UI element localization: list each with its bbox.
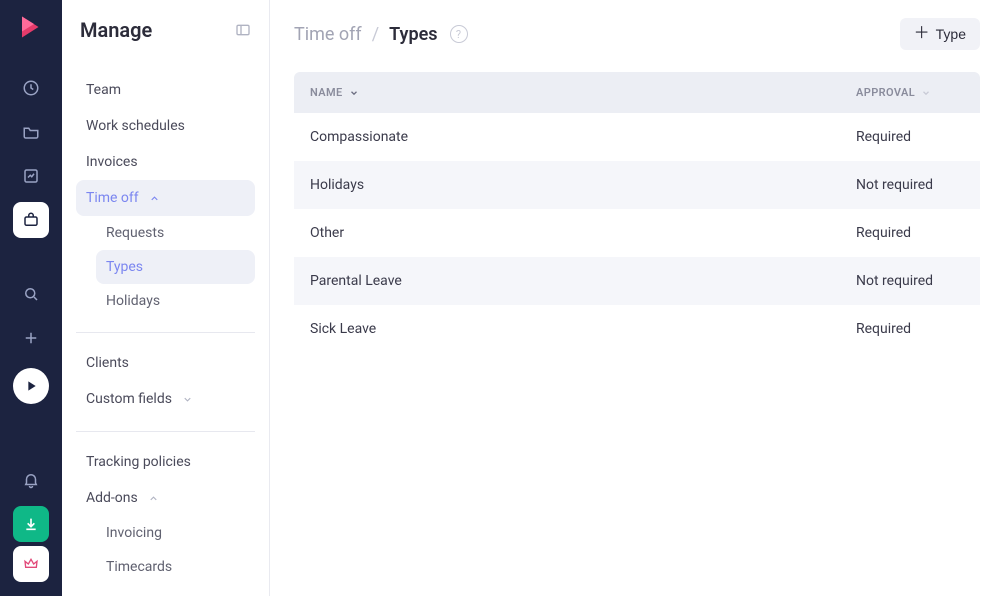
nav-time-icon[interactable] xyxy=(13,70,49,106)
nav-folder-icon[interactable] xyxy=(13,114,49,150)
label: Approval xyxy=(856,86,915,99)
table-row[interactable]: HolidaysNot required xyxy=(294,161,980,209)
sidenav-item-time-off[interactable]: Time off xyxy=(76,180,255,216)
label: Clients xyxy=(86,355,129,371)
cell-name: Compassionate xyxy=(294,113,840,161)
table-row[interactable]: OtherRequired xyxy=(294,209,980,257)
chevron-down-icon xyxy=(921,88,931,98)
sidenav-addons-sub: Invoicing Timecards xyxy=(76,516,255,584)
plus-icon: ＋ xyxy=(914,26,930,42)
breadcrumb-parent[interactable]: Time off xyxy=(294,24,362,45)
col-name-header[interactable]: Name xyxy=(294,72,840,113)
cell-approval: Required xyxy=(840,113,980,161)
sidenav-item-clients[interactable]: Clients xyxy=(76,345,255,381)
sidenav-item-timecards[interactable]: Timecards xyxy=(96,550,255,584)
nav-search-icon[interactable] xyxy=(13,276,49,312)
chevron-up-icon xyxy=(149,193,160,204)
sidenav: Manage Team Work schedules Invoices Time… xyxy=(62,0,270,596)
types-table: Name Approval CompassionateRequiredHolid… xyxy=(294,72,980,353)
app-logo-icon xyxy=(16,12,46,42)
label: Types xyxy=(106,259,143,275)
label: Team xyxy=(86,82,121,98)
col-approval-header[interactable]: Approval xyxy=(840,72,980,113)
cell-name: Holidays xyxy=(294,161,840,209)
chevron-down-icon xyxy=(349,88,359,98)
label: Time off xyxy=(86,190,139,206)
sidenav-item-work-schedules[interactable]: Work schedules xyxy=(76,108,255,144)
sidenav-item-requests[interactable]: Requests xyxy=(96,216,255,250)
icon-rail xyxy=(0,0,62,596)
cell-name: Other xyxy=(294,209,840,257)
breadcrumb-current: Types xyxy=(389,24,437,45)
sidenav-item-tracking-policies[interactable]: Tracking policies xyxy=(76,444,255,480)
label: Timecards xyxy=(106,559,172,575)
cell-approval: Not required xyxy=(840,257,980,305)
label: Custom fields xyxy=(86,391,172,407)
label: Work schedules xyxy=(86,118,185,134)
nav-download-icon[interactable] xyxy=(13,506,49,542)
sidenav-item-custom-fields[interactable]: Custom fields xyxy=(76,381,255,417)
cell-name: Sick Leave xyxy=(294,305,840,353)
cell-approval: Required xyxy=(840,209,980,257)
topbar: Time off / Types ? ＋ Type xyxy=(294,18,980,50)
cell-approval: Not required xyxy=(840,161,980,209)
chevron-up-icon xyxy=(148,493,159,504)
breadcrumb: Time off / Types ? xyxy=(294,24,468,45)
nav-play-button[interactable] xyxy=(13,368,49,404)
label: Requests xyxy=(106,225,164,241)
cell-approval: Required xyxy=(840,305,980,353)
nav-reports-icon[interactable] xyxy=(13,158,49,194)
sidenav-title: Manage xyxy=(80,18,152,42)
nav-notifications-icon[interactable] xyxy=(13,462,49,498)
sidenav-item-types[interactable]: Types xyxy=(96,250,255,284)
sidenav-item-invoices[interactable]: Invoices xyxy=(76,144,255,180)
panel-toggle-icon[interactable] xyxy=(235,22,251,38)
label: Name xyxy=(310,86,343,99)
help-icon[interactable]: ? xyxy=(450,25,468,43)
divider xyxy=(76,431,255,432)
add-type-label: Type xyxy=(936,26,966,42)
breadcrumb-sep: / xyxy=(372,24,379,45)
sidenav-time-off-sub: Requests Types Holidays xyxy=(76,216,255,318)
cell-name: Parental Leave xyxy=(294,257,840,305)
label: Holidays xyxy=(106,293,160,309)
table-row[interactable]: Sick LeaveRequired xyxy=(294,305,980,353)
sidenav-item-holidays[interactable]: Holidays xyxy=(96,284,255,318)
sidenav-item-invoicing[interactable]: Invoicing xyxy=(96,516,255,550)
label: Invoicing xyxy=(106,525,162,541)
main: Time off / Types ? ＋ Type Name Approval xyxy=(270,0,998,596)
table-row[interactable]: CompassionateRequired xyxy=(294,113,980,161)
label: Tracking policies xyxy=(86,454,191,470)
divider xyxy=(76,332,255,333)
chevron-down-icon xyxy=(182,394,193,405)
add-type-button[interactable]: ＋ Type xyxy=(900,18,980,50)
sidenav-item-team[interactable]: Team xyxy=(76,72,255,108)
label: Invoices xyxy=(86,154,138,170)
nav-crown-icon[interactable] xyxy=(13,546,49,582)
sidenav-item-add-ons[interactable]: Add-ons xyxy=(76,480,255,516)
label: Add-ons xyxy=(86,490,138,506)
table-row[interactable]: Parental LeaveNot required xyxy=(294,257,980,305)
nav-add-icon[interactable] xyxy=(13,320,49,356)
nav-manage-icon[interactable] xyxy=(13,202,49,238)
